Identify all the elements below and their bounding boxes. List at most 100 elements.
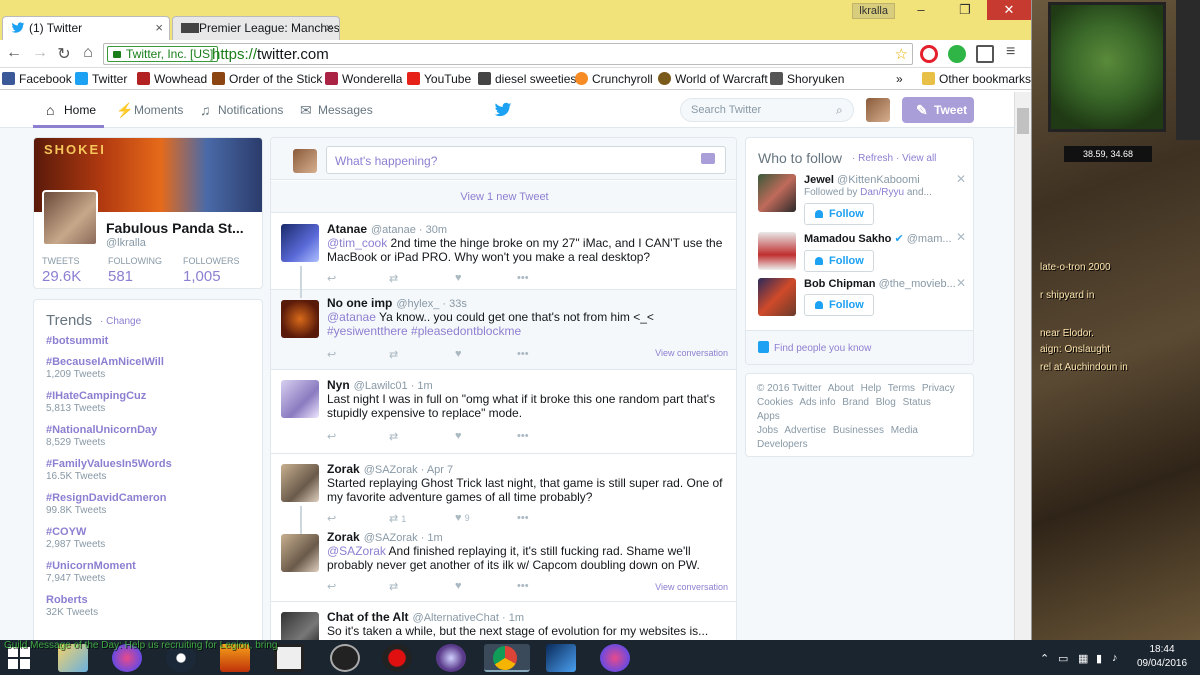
trend-item[interactable]: #FamilyValuesIn5Words 16.5K Tweets [46, 458, 172, 482]
cast-icon[interactable] [976, 45, 994, 63]
close-tab-icon[interactable]: × [325, 20, 333, 35]
compose-input[interactable]: What's happening? [326, 146, 726, 174]
nav-notifications[interactable]: ♫ Notifications [200, 102, 283, 118]
tweet-author[interactable]: Chat of the Alt [327, 610, 409, 624]
forward-icon[interactable]: → [30, 44, 50, 62]
tweet-meta[interactable]: @AlternativeChat · 1m [413, 612, 524, 624]
trends-change-link[interactable]: · Change [100, 316, 141, 327]
menu-icon[interactable]: ≡ [1006, 43, 1015, 61]
tweet-author[interactable]: Zorak [327, 462, 360, 476]
follow-button[interactable]: Follow [804, 294, 874, 316]
footer-link[interactable]: Blog [876, 397, 896, 408]
tray-app-icon[interactable]: ▭ [1058, 652, 1068, 665]
tab-premier-league[interactable]: Premier League: Manches × [172, 16, 340, 40]
mention-link[interactable]: @tim_cook [327, 236, 387, 250]
dismiss-icon[interactable]: ✕ [956, 230, 966, 244]
nav-moments[interactable]: ⚡ Moments [116, 102, 183, 118]
suggestion-name[interactable]: Bob Chipman @the_movieb... [804, 278, 956, 290]
opera-extension-icon[interactable] [920, 45, 938, 63]
footer-link[interactable]: Status [903, 397, 931, 408]
bookmark-item[interactable]: Shoryuken [770, 72, 844, 86]
profile-name-badge[interactable]: lkralla [852, 3, 895, 19]
trend-item[interactable]: #BecauseIAmNiceIWill 1,209 Tweets [46, 356, 164, 380]
close-window-icon[interactable]: ✕ [987, 0, 1031, 20]
retweet-icon[interactable]: ⇄ [389, 430, 398, 443]
tweet[interactable]: Chat of the Alt @AlternativeChat · 1m So … [271, 604, 736, 640]
tweet-button[interactable]: ✎ Tweet [902, 97, 974, 123]
find-people-link[interactable]: Find people you know [774, 343, 871, 354]
tweet-meta[interactable]: @hylex_ · 33s [396, 298, 466, 310]
retweet-icon[interactable]: ⇄ [389, 580, 398, 593]
grammarly-extension-icon[interactable] [948, 45, 966, 63]
bookmark-item[interactable]: YouTube [407, 72, 471, 86]
trend-item[interactable]: #IHateCampingCuz 5,813 Tweets [46, 390, 146, 414]
like-icon[interactable]: ♥ [455, 430, 462, 442]
tweet-meta[interactable]: @SAZorak · Apr 7 [364, 464, 453, 476]
bookmark-item[interactable]: Crunchyroll [575, 72, 653, 86]
trend-item[interactable]: Roberts 32K Tweets [46, 594, 98, 618]
view-conversation-link[interactable]: View conversation [655, 582, 728, 592]
trend-item[interactable]: #NationalUnicornDay 8,529 Tweets [46, 424, 157, 448]
footer-link[interactable]: About [828, 383, 854, 394]
view-new-tweets[interactable]: View 1 new Tweet [271, 181, 736, 213]
home-icon[interactable]: ⌂ [78, 44, 98, 62]
bookmark-star-icon[interactable]: ☆ [895, 45, 908, 63]
reply-icon[interactable]: ↩ [327, 348, 336, 361]
twitter-logo-icon[interactable] [494, 102, 512, 118]
avatar[interactable] [281, 534, 319, 572]
avatar[interactable] [281, 612, 319, 640]
bookmarks-overflow[interactable]: » [896, 72, 903, 86]
dismiss-icon[interactable]: ✕ [956, 276, 966, 290]
search-input[interactable]: Search Twitter [680, 98, 854, 122]
more-icon[interactable]: ••• [517, 348, 529, 360]
close-tab-icon[interactable]: × [155, 20, 163, 35]
like-icon[interactable]: ♥ [455, 272, 462, 284]
scrollbar[interactable] [1014, 92, 1031, 640]
avatar[interactable] [758, 174, 796, 212]
nav-messages[interactable]: ✉ Messages [300, 102, 373, 118]
avatar[interactable] [866, 98, 890, 122]
hashtag-link[interactable]: #yesiwentthere #pleasedontblockme [327, 324, 521, 338]
network-icon[interactable]: ▦ [1078, 652, 1088, 665]
address-bar[interactable]: Twitter, Inc. [US] https://twitter.com ☆ [103, 43, 913, 65]
avatar[interactable] [281, 300, 319, 338]
suggestion-name[interactable]: Mamadou Sakho ✔ @mam... [804, 232, 952, 245]
reply-icon[interactable]: ↩ [327, 512, 336, 525]
footer-link[interactable]: Cookies [757, 397, 793, 408]
other-bookmarks[interactable]: Other bookmarks [922, 72, 1031, 86]
footer-link[interactable]: Privacy [922, 383, 955, 394]
trend-item[interactable]: #ResignDavidCameron 99.8K Tweets [46, 492, 166, 516]
record-icon[interactable] [382, 644, 412, 672]
mention-link[interactable]: @atanae [327, 310, 376, 324]
like-icon[interactable]: ♥ 9 [455, 512, 470, 524]
retweet-icon[interactable]: ⇄ 1 [389, 512, 406, 525]
camera-icon[interactable] [701, 153, 715, 164]
stat-followers[interactable]: FOLLOWERS 1,005 [183, 256, 240, 285]
system-clock[interactable]: 18:44 09/04/2016 [1128, 643, 1196, 671]
signal-icon[interactable]: ▮ [1096, 652, 1102, 665]
battlenet-icon[interactable] [546, 644, 576, 672]
maximize-icon[interactable]: ❐ [943, 0, 987, 20]
dismiss-icon[interactable]: ✕ [956, 172, 966, 186]
footer-link[interactable]: Jobs [757, 425, 778, 436]
nav-home[interactable]: ⌂ Home [46, 102, 96, 118]
footer-link[interactable]: Advertise [784, 425, 826, 436]
more-icon[interactable]: ••• [517, 272, 529, 284]
footer-link[interactable]: Media [891, 425, 918, 436]
app-icon[interactable] [436, 644, 466, 672]
retweet-icon[interactable]: ⇄ [389, 348, 398, 361]
footer-link[interactable]: Businesses [833, 425, 884, 436]
tweet-author[interactable]: Zorak [327, 530, 360, 544]
back-icon[interactable]: ← [4, 44, 24, 62]
tweet[interactable]: Zorak @SAZorak · Apr 7 Started replaying … [271, 454, 736, 526]
avatar[interactable] [758, 278, 796, 316]
profile-avatar[interactable] [42, 190, 98, 246]
itunes-icon[interactable] [600, 644, 630, 672]
scrollbar-thumb[interactable] [1017, 108, 1029, 134]
bookmark-item[interactable]: diesel sweeties [478, 72, 576, 86]
show-hidden-icons[interactable]: ⌃ [1040, 652, 1049, 665]
tweet-author[interactable]: Atanae [327, 222, 367, 236]
reload-icon[interactable]: ↻ [54, 44, 74, 64]
footer-link[interactable]: Ads info [799, 397, 835, 408]
bookmark-item[interactable]: Twitter [75, 72, 127, 86]
